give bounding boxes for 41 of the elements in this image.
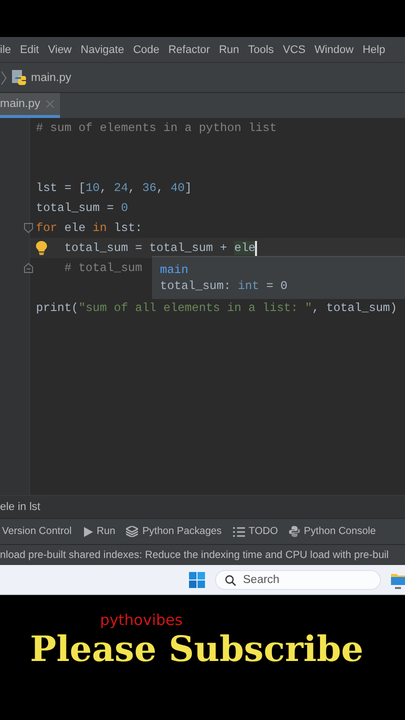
code-line: lst = [10, 24, 36, 40] xyxy=(36,181,192,195)
tool-window-button[interactable]: TODO xyxy=(232,526,278,537)
fold-icon[interactable] xyxy=(24,263,33,273)
menu-item[interactable]: Help xyxy=(358,44,390,56)
menu-item[interactable]: Code xyxy=(128,44,164,56)
code-line: for ele in lst: xyxy=(36,221,142,235)
code-breadcrumb[interactable]: ele in lst xyxy=(0,501,40,513)
menu-item[interactable]: View xyxy=(43,44,76,56)
menu-item[interactable]: Window xyxy=(310,44,358,56)
run-icon xyxy=(82,526,93,536)
subscribe-caption: Please Subscribe xyxy=(30,629,364,671)
menu-item[interactable]: Refactor xyxy=(164,44,214,56)
code-line: print("sum of all elements in a list: ", total_sum) xyxy=(36,301,398,315)
lightbulb-icon[interactable] xyxy=(36,241,47,255)
code-line: total_sum = 0 xyxy=(36,201,128,215)
python-icon xyxy=(288,526,300,537)
menu-item[interactable]: Navigate xyxy=(76,44,129,56)
windows-logo-icon[interactable] xyxy=(189,572,205,588)
fold-icon[interactable] xyxy=(24,223,33,233)
channel-name: pythovibes xyxy=(100,611,183,629)
search-field[interactable]: Search xyxy=(215,570,381,590)
menu-item[interactable]: Edit xyxy=(16,44,44,56)
menu-item[interactable]: Tools xyxy=(244,44,278,56)
chevron-icon xyxy=(1,70,7,84)
tool-window-button[interactable]: Run xyxy=(82,526,116,537)
quick-info-popup: main total_sum: int = 0 xyxy=(152,256,405,299)
code-line: # total_sum xyxy=(63,261,142,275)
list-icon xyxy=(232,526,245,536)
editor-tab[interactable]: main.py xyxy=(0,93,60,118)
tool-window-button[interactable]: Python Packages xyxy=(126,526,222,537)
file-path[interactable]: main.py xyxy=(31,72,72,84)
code-line: # sum of elements in a python list xyxy=(36,121,277,135)
menu-item[interactable]: ile xyxy=(0,44,16,56)
menu-item[interactable]: Run xyxy=(214,44,244,56)
tool-window-button[interactable]: Python Console xyxy=(288,526,376,537)
text-cursor xyxy=(255,240,258,256)
layers-icon xyxy=(126,526,138,537)
python-file-icon xyxy=(11,70,27,86)
search-icon xyxy=(225,574,236,586)
menu-item[interactable]: VCS xyxy=(278,44,310,56)
tool-window-button[interactable]: Version Control xyxy=(2,526,72,537)
